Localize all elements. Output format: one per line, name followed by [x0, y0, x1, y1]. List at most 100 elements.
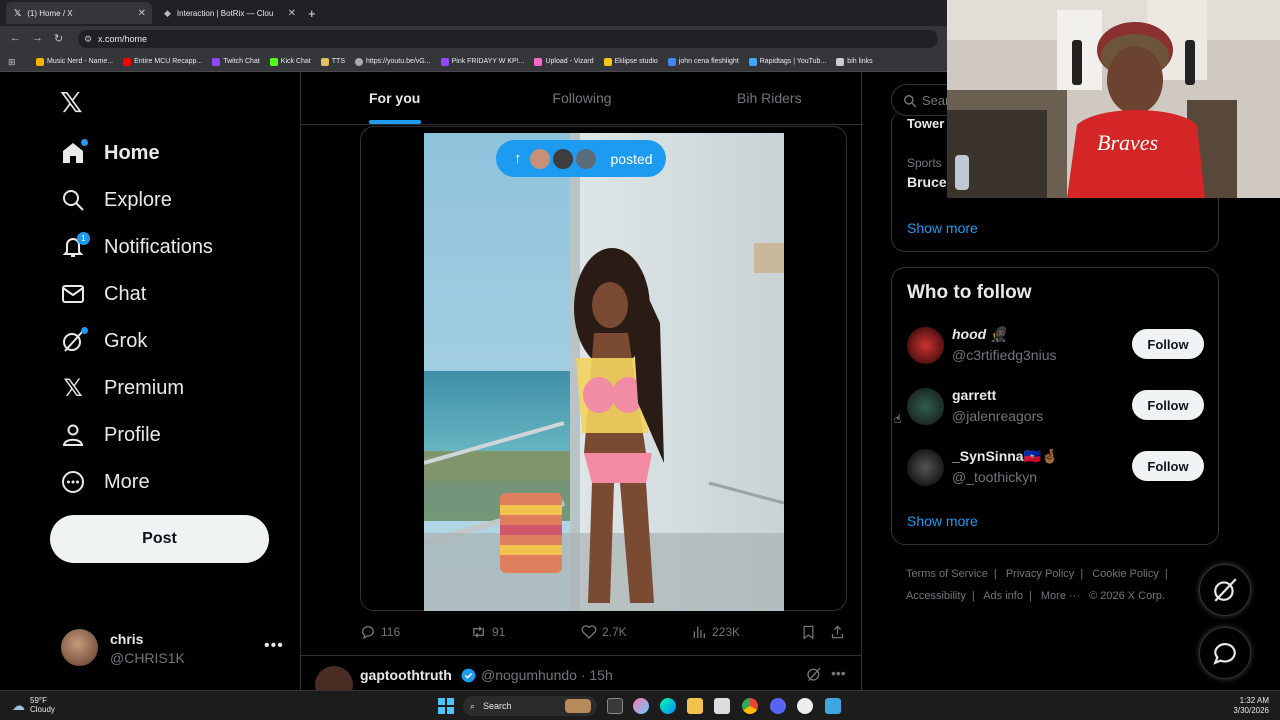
follow-button[interactable]: Follow	[1132, 390, 1204, 420]
windows-start-icon[interactable]	[438, 698, 454, 714]
trend-title[interactable]: Tower	[907, 116, 944, 131]
file-explorer-icon[interactable]	[687, 698, 703, 714]
trend-name[interactable]: Bruce	[907, 174, 947, 190]
bookmark-item[interactable]: Kick Chat	[269, 57, 311, 66]
nav-item-chat[interactable]: Chat	[60, 274, 146, 314]
show-more-link[interactable]: Show more	[907, 513, 978, 529]
new-posts-pill[interactable]: ↑ posted	[496, 140, 666, 177]
tab-following[interactable]: Following	[488, 72, 675, 124]
settings-gear-icon[interactable]	[797, 698, 813, 714]
account-switcher[interactable]: chris @CHRIS1K •••	[61, 629, 284, 669]
tab-bih-riders[interactable]: Bih Riders	[676, 72, 863, 124]
new-indicator	[81, 139, 88, 146]
close-icon[interactable]: ✕	[138, 8, 146, 19]
footer-link[interactable]: Accessibility	[906, 590, 966, 602]
url-text: x.com/home	[98, 34, 148, 44]
follow-button[interactable]: Follow	[1132, 451, 1204, 481]
footer-link[interactable]: Ads info	[983, 590, 1023, 602]
bookmark-item[interactable]: bih links	[836, 57, 873, 66]
nav-label: Notifications	[104, 235, 213, 258]
nav-item-home[interactable]: Home	[60, 133, 160, 173]
site-info-icon[interactable]: ⚙	[84, 30, 92, 48]
messages-fab-button[interactable]	[1199, 627, 1251, 679]
twitch-icon	[212, 57, 221, 66]
bookmark-item[interactable]: Rapidtags | YouTub...	[748, 57, 826, 66]
nav-item-profile[interactable]: Profile	[60, 415, 161, 455]
bookmark-label: Music Nerd - Name...	[47, 58, 114, 65]
system-clock[interactable]: 1:32 AM 3/30/2026	[1225, 696, 1269, 716]
edge-icon[interactable]	[660, 698, 676, 714]
taskbar-search[interactable]: ⌕ Search	[463, 696, 597, 716]
views-button[interactable]: 223K	[691, 624, 740, 640]
nav-item-more[interactable]: More	[60, 462, 150, 502]
who-to-follow-panel: Who to follow hood 🥷🏿 @c3rtifiedg3nius F…	[891, 267, 1219, 545]
nav-label: Grok	[104, 329, 148, 352]
close-icon[interactable]: ✕	[288, 8, 296, 19]
nav-item-premium[interactable]: 𝕏 Premium	[60, 368, 184, 408]
home-icon	[60, 139, 88, 166]
apps-grid-icon[interactable]: ⊞	[8, 57, 16, 68]
copilot-icon[interactable]	[633, 698, 649, 714]
bookmark-item[interactable]: https://youtu.be/vG...	[355, 57, 431, 66]
browser-tab-botrix[interactable]: ◆ Interaction | BotRix — Clou ✕	[156, 2, 302, 24]
follow-suggestion[interactable]: garrett @jalenreagors Follow	[892, 377, 1218, 437]
post-button[interactable]: Post	[50, 515, 269, 563]
browser-tab-home[interactable]: 𝕏 (1) Home / X ✕	[6, 2, 152, 24]
footer-link[interactable]: More ···	[1041, 590, 1080, 602]
like-button[interactable]: 2.7K	[581, 624, 627, 640]
bookmark-item[interactable]: Upload - Vizard	[534, 57, 594, 66]
tab-label: Bih Riders	[737, 90, 802, 106]
bookmark-label: bih links	[847, 58, 873, 65]
chrome-icon[interactable]	[742, 698, 758, 714]
repost-button[interactable]: 91	[470, 624, 505, 640]
bookmark-label: Entire MCU Recapp...	[134, 58, 203, 65]
more-horizontal-icon[interactable]: •••	[264, 637, 284, 655]
shirt-lettering: Braves	[1097, 130, 1158, 155]
bookmark-item[interactable]: Eklipse studio	[603, 57, 658, 66]
weather-widget[interactable]: ☁ 59°F Cloudy	[12, 696, 55, 714]
task-view-icon[interactable]	[607, 698, 623, 714]
footer-links: Terms of Service | Privacy Policy | Cookie…	[906, 568, 1168, 602]
reload-icon[interactable]: ↻	[54, 32, 63, 45]
nav-label: Explore	[104, 188, 172, 211]
follow-suggestion[interactable]: _SynSinna🇭🇹🤞🏾 @_toothickyn Follow	[892, 438, 1218, 498]
notepad-icon[interactable]	[825, 698, 841, 714]
bookmark-item[interactable]: Music Nerd - Name...	[36, 57, 114, 66]
share-button[interactable]	[830, 624, 845, 640]
store-icon[interactable]	[714, 698, 730, 714]
footer-link[interactable]: Privacy Policy	[1006, 568, 1074, 580]
show-more-link[interactable]: Show more	[907, 220, 978, 236]
footer-link[interactable]: Terms of Service	[906, 568, 988, 580]
forward-icon[interactable]: →	[32, 32, 43, 44]
x-logo-icon[interactable]: 𝕏	[60, 86, 83, 119]
bookmark-item[interactable]: Entire MCU Recapp...	[123, 57, 203, 66]
reply-button[interactable]: 116	[360, 624, 400, 640]
nav-label: Premium	[104, 376, 185, 399]
follow-suggestion[interactable]: hood 🥷🏿 @c3rtifiedg3nius Follow	[892, 316, 1218, 376]
next-tweet[interactable]: gaptoothtruth @nogumhundo · 15h •••	[301, 655, 861, 704]
url-input[interactable]: ⚙ x.com/home	[78, 30, 938, 48]
globe-icon	[355, 57, 363, 66]
nav-item-notifications[interactable]: 1 Notifications	[60, 227, 213, 267]
grok-icon[interactable]	[806, 666, 822, 687]
grok-fab-button[interactable]	[1199, 564, 1251, 616]
nav-item-explore[interactable]: Explore	[60, 180, 172, 220]
new-tab-button[interactable]: +	[304, 2, 324, 24]
more-horizontal-icon[interactable]: •••	[831, 665, 846, 681]
follow-button[interactable]: Follow	[1132, 329, 1204, 359]
search-placeholder: Sear	[922, 93, 950, 108]
bookmark-item[interactable]: TTS	[320, 57, 345, 66]
nav-item-grok[interactable]: Grok	[60, 321, 147, 361]
bookmark-item[interactable]: john cena fleshlight	[667, 57, 739, 66]
rapidtags-icon	[748, 57, 757, 66]
footer-link[interactable]: Cookie Policy	[1092, 568, 1159, 580]
bookmark-label: https://youtu.be/vG...	[366, 58, 431, 65]
back-icon[interactable]: ←	[10, 32, 21, 44]
bookmark-item[interactable]: Pink FRIDAYY W KP!...	[440, 57, 524, 66]
tab-for-you[interactable]: For you	[301, 72, 488, 124]
bookmark-label: Eklipse studio	[614, 58, 658, 65]
bookmark-item[interactable]: Twitch Chat	[212, 57, 260, 66]
bookmark-button[interactable]	[801, 624, 816, 640]
post-image[interactable]	[424, 133, 784, 611]
discord-icon[interactable]	[770, 698, 786, 714]
